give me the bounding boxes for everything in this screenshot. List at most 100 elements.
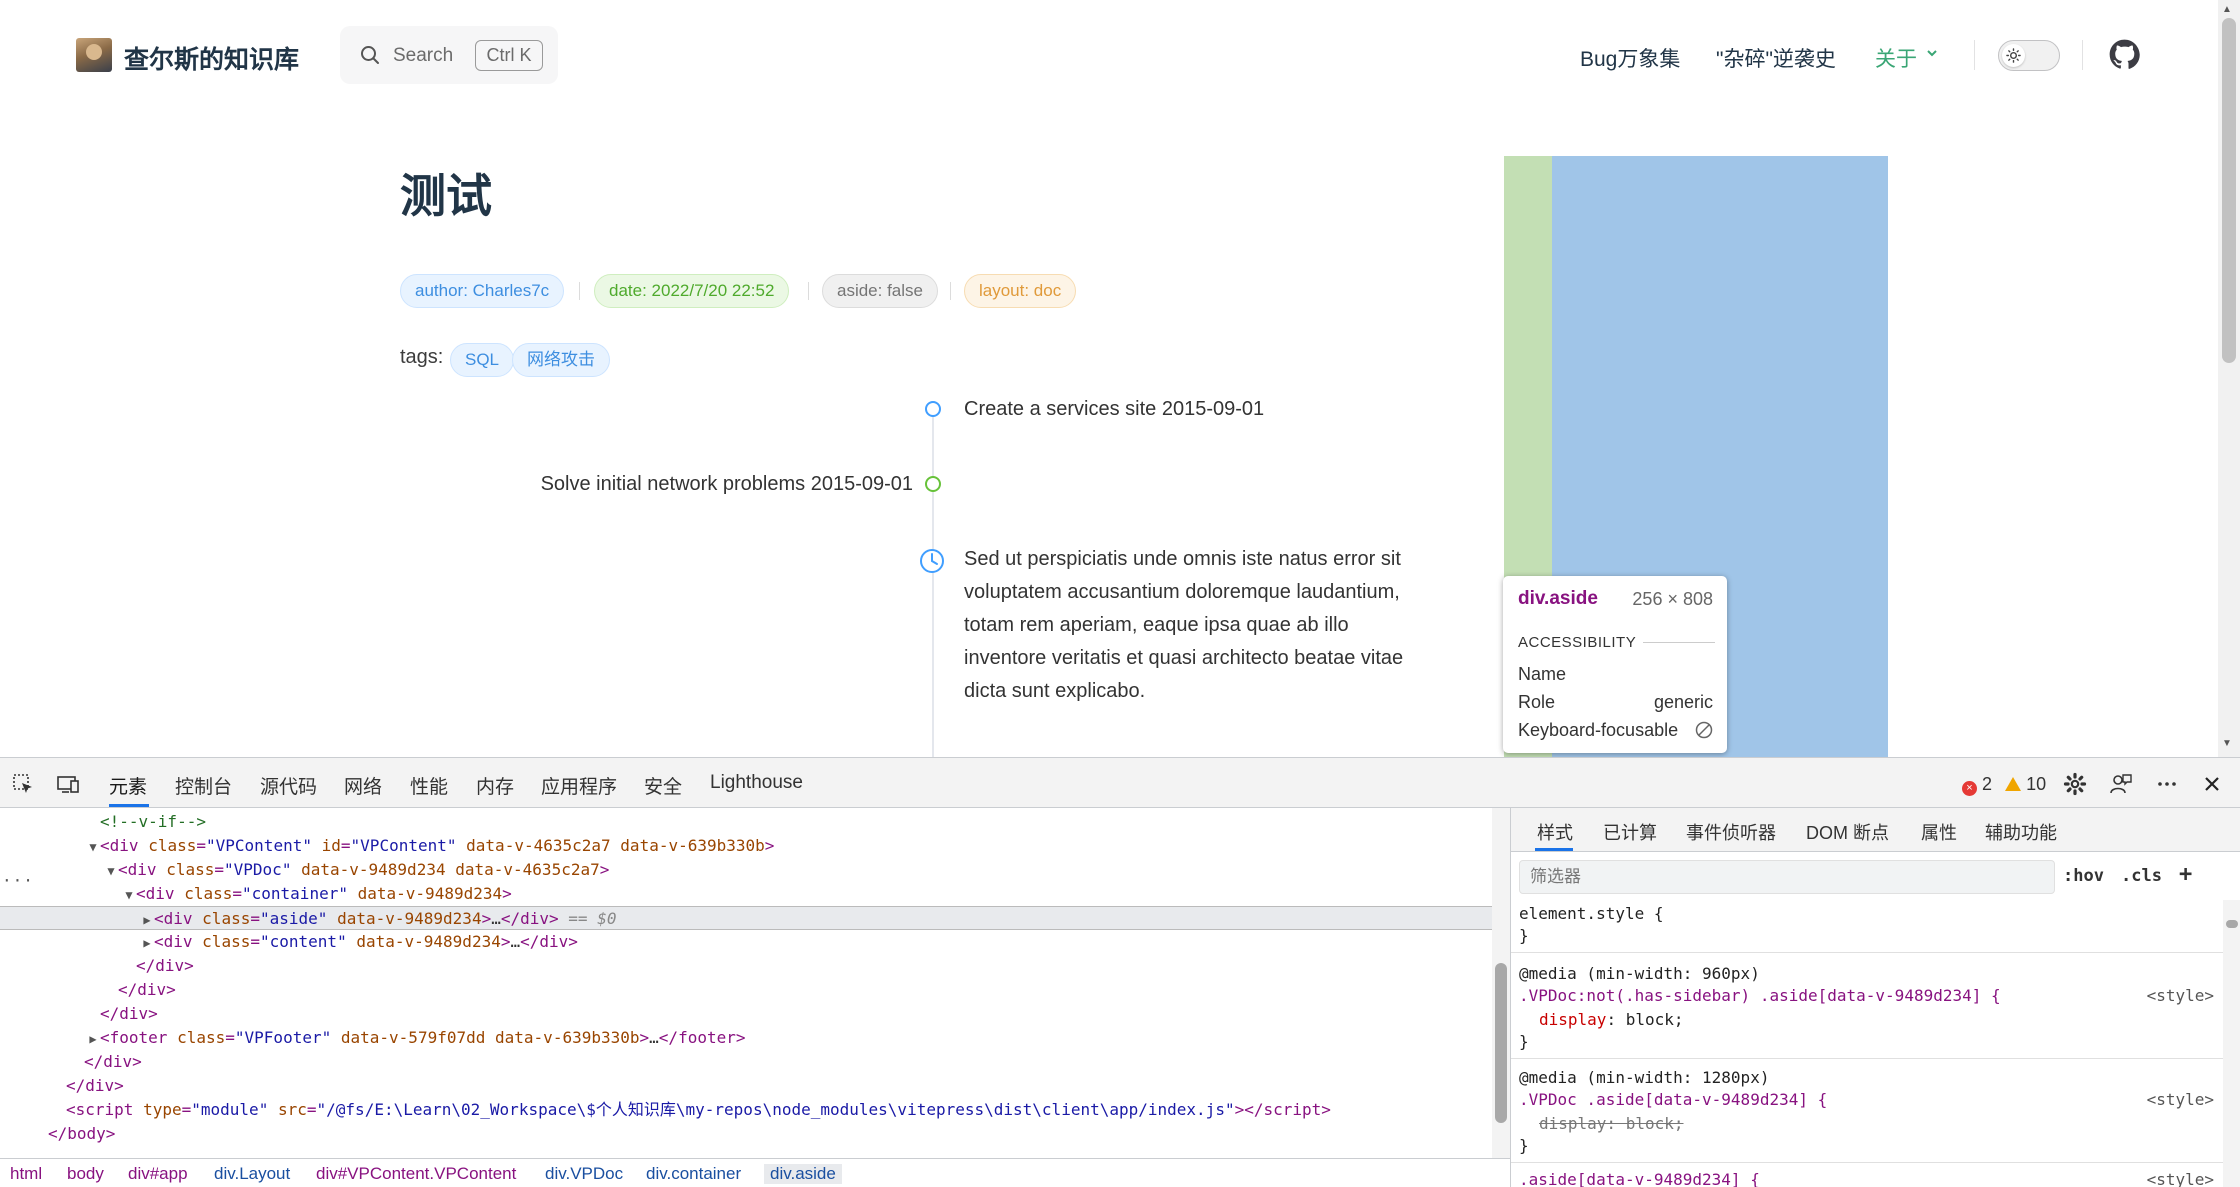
style-source-link[interactable]: <style> — [2147, 1170, 2214, 1187]
style-source-link[interactable]: <style> — [2147, 986, 2214, 1005]
nav-link-stories[interactable]: "杂碎"逆袭史 — [1716, 43, 1836, 73]
nav-link-about[interactable]: 关于 — [1875, 43, 1917, 73]
media-query: @media (min-width: 1280px) — [1519, 1068, 1770, 1087]
timeline-item-text: Create a services site 2015-09-01 — [964, 398, 1265, 420]
more-options-icon[interactable] — [2155, 772, 2179, 796]
elements-scrollbar-thumb[interactable] — [1495, 963, 1507, 1123]
badge-divider — [808, 282, 809, 300]
hov-toggle[interactable]: :hov — [2063, 866, 2104, 886]
tooltip-role-label: Role — [1518, 692, 1556, 712]
cls-toggle[interactable]: .cls — [2121, 866, 2162, 886]
breadcrumb-item[interactable]: div#VPContent.VPContent — [316, 1164, 516, 1184]
new-rule-button[interactable]: + — [2179, 862, 2192, 887]
tab-console[interactable]: 控制台 — [175, 772, 232, 799]
style-declaration-overridden[interactable]: display: block; — [1519, 1114, 1684, 1134]
style-rule-selector[interactable]: .VPDoc .aside[data-v-9489d234] { — [1519, 1090, 1827, 1110]
tab-accessibility[interactable]: 辅助功能 — [1985, 819, 2057, 845]
timeline-axis — [932, 412, 934, 757]
github-icon[interactable] — [2109, 39, 2140, 70]
chevron-down-icon — [1927, 50, 1937, 57]
tab-application[interactable]: 应用程序 — [541, 772, 617, 799]
breadcrumb-item[interactable]: body — [67, 1164, 104, 1184]
tab-dom-breakpoints[interactable]: DOM 断点 — [1806, 819, 1889, 845]
tooltip-element-name: div.aside — [1518, 588, 1598, 609]
styles-filter-input[interactable]: 筛选器 — [1519, 860, 2055, 894]
dom-node[interactable]: ▶ <footer class="VPFooter" data-v-579f07d… — [0, 1026, 1492, 1050]
clock-icon — [920, 549, 944, 573]
active-tab-indicator — [109, 804, 149, 807]
style-declaration[interactable]: display: block; — [1519, 1010, 1684, 1030]
tab-network[interactable]: 网络 — [344, 772, 382, 799]
scroll-down-arrow[interactable]: ▼ — [2222, 738, 2232, 749]
tag-sql[interactable]: SQL — [450, 343, 515, 377]
dom-node[interactable]: <script type="module" src="/@fs/E:\Learn… — [0, 1098, 1492, 1122]
tab-security[interactable]: 安全 — [644, 772, 682, 799]
warning-count: 10 — [2026, 774, 2047, 794]
gear-icon[interactable] — [2063, 772, 2087, 796]
scroll-up-arrow[interactable]: ▲ — [2222, 4, 2232, 15]
warning-icon — [2005, 777, 2022, 791]
tab-computed[interactable]: 已计算 — [1603, 819, 1657, 845]
tab-sources[interactable]: 源代码 — [260, 772, 317, 799]
author-badge: author: Charles7c — [400, 274, 565, 308]
dom-node[interactable]: </div> — [0, 978, 1492, 1002]
top-nav: 查尔斯的知识库 Search Ctrl K Bug万象集 "杂碎"逆袭史 关于 — [0, 0, 2218, 110]
tab-properties[interactable]: 属性 — [1921, 819, 1957, 845]
timeline-node — [925, 401, 941, 417]
style-source-link[interactable]: <style> — [2147, 1090, 2214, 1109]
dom-node[interactable]: <!--v-if--> — [0, 810, 1492, 834]
dom-node[interactable]: </div> — [0, 954, 1492, 978]
style-rule-selector[interactable]: .VPDoc:not(.has-sidebar) .aside[data-v-9… — [1519, 986, 2001, 1006]
styles-scrollbar[interactable] — [2223, 900, 2240, 1187]
dom-node[interactable]: </div> — [0, 1050, 1492, 1074]
tab-memory[interactable]: 内存 — [476, 772, 514, 799]
nav-divider — [2082, 40, 2083, 70]
dom-node[interactable]: </body> — [0, 1122, 1492, 1146]
sun-icon — [2006, 48, 2021, 63]
tab-lighthouse[interactable]: Lighthouse — [710, 772, 803, 794]
style-rule-close: } — [1519, 1136, 1529, 1155]
media-query: @media (min-width: 960px) — [1519, 964, 1760, 983]
dom-node[interactable]: </div> — [0, 1074, 1492, 1098]
site-logo-avatar[interactable] — [76, 38, 112, 72]
search-shortcut-key: Ctrl K — [475, 40, 543, 71]
timeline-item-text: Solve initial network problems 2015-09-0… — [540, 473, 913, 495]
dom-node-selected[interactable]: ▶ <div class="aside" data-v-9489d234>…</d… — [0, 906, 1492, 930]
date-badge: date: 2022/7/20 22:52 — [594, 274, 790, 308]
elements-tree[interactable]: <!--v-if--> ▼ <div class="VPContent" id="… — [0, 808, 1492, 1158]
styles-scrollbar-thumb[interactable] — [2226, 920, 2238, 928]
breadcrumb-item[interactable]: html — [10, 1164, 42, 1184]
tab-styles[interactable]: 样式 — [1537, 819, 1573, 845]
style-rule-element[interactable]: element.style { — [1519, 904, 1664, 924]
issues-counter[interactable]: × 2 10 — [1962, 774, 2046, 796]
close-icon[interactable] — [2200, 772, 2224, 796]
inspect-element-icon[interactable] — [11, 772, 35, 796]
tab-event-listeners[interactable]: 事件侦听器 — [1686, 819, 1776, 845]
timeline-item-text: totam rem aperiam, eaque ipsa quae ab il… — [964, 614, 1349, 636]
theme-toggle-switch[interactable] — [1998, 40, 2060, 71]
search-button[interactable]: Search Ctrl K — [340, 26, 558, 84]
tab-performance[interactable]: 性能 — [410, 772, 448, 799]
site-title[interactable]: 查尔斯的知识库 — [124, 40, 299, 76]
breadcrumb-item[interactable]: div.container — [646, 1164, 741, 1184]
rule-divider — [1511, 1162, 2223, 1163]
breadcrumb-item[interactable]: div#app — [128, 1164, 188, 1184]
dom-node[interactable]: ▼ <div class="VPContent" id="VPContent" d… — [0, 834, 1492, 858]
dom-node[interactable]: ▼ <div class="container" data-v-9489d234> — [0, 882, 1492, 906]
nav-link-bugs[interactable]: Bug万象集 — [1580, 43, 1680, 73]
dom-node[interactable]: </div> — [0, 1002, 1492, 1026]
breadcrumb-item[interactable]: div.Layout — [214, 1164, 290, 1184]
page-scrollbar-thumb[interactable] — [2222, 18, 2236, 363]
breadcrumb-item[interactable]: div.VPDoc — [545, 1164, 623, 1184]
breadcrumb-item-active[interactable]: div.aside — [764, 1164, 842, 1184]
tag-network-attack[interactable]: 网络攻击 — [512, 343, 610, 377]
devtools-panel: 元素 控制台 源代码 网络 性能 内存 应用程序 安全 Lighthouse ×… — [0, 757, 2240, 1187]
device-toolbar-icon[interactable] — [56, 772, 80, 796]
style-rule-selector[interactable]: .aside[data-v-9489d234] { — [1519, 1170, 1760, 1187]
dom-node[interactable]: ▶ <div class="content" data-v-9489d234>…<… — [0, 930, 1492, 954]
feedback-icon[interactable] — [2109, 772, 2133, 796]
tab-elements[interactable]: 元素 — [109, 772, 147, 799]
error-count: 2 — [1982, 774, 1993, 794]
node-actions-dots[interactable]: ··· — [2, 871, 34, 890]
dom-node[interactable]: ▼ <div class="VPDoc" data-v-9489d234 data… — [0, 858, 1492, 882]
